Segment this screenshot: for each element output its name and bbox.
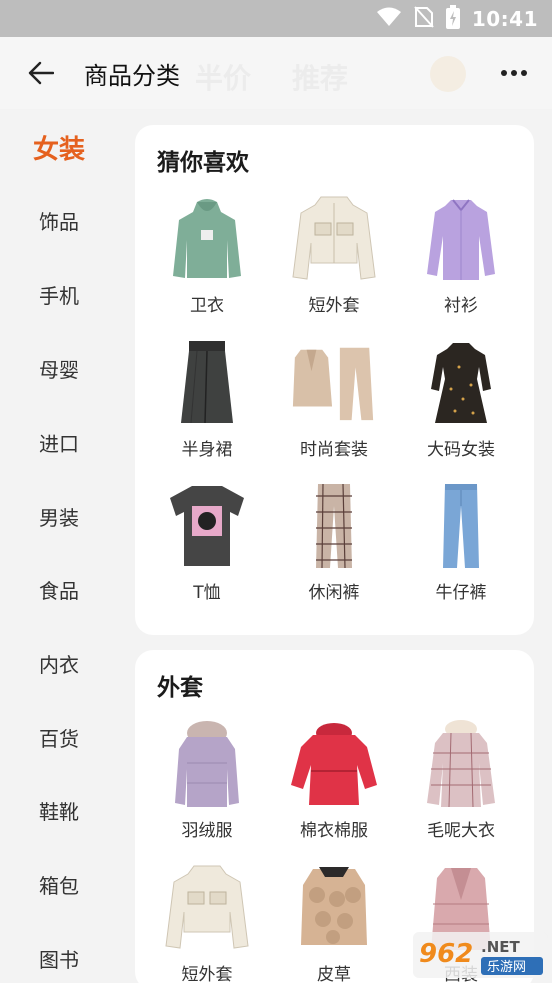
tshirt-image: [162, 480, 252, 572]
back-button[interactable]: [18, 50, 64, 96]
sidebar-item-imported[interactable]: 进口: [0, 417, 118, 467]
category-item[interactable]: 时尚套装: [270, 337, 398, 460]
more-dot-icon: [521, 70, 527, 76]
svg-text:962: 962: [419, 939, 473, 969]
suit-image: [289, 337, 379, 429]
ghost-tab-text: 半价: [195, 62, 252, 95]
category-item[interactable]: 休闲裤: [270, 480, 398, 603]
watermark-logo: 962 .NET 乐游网: [413, 930, 548, 980]
sidebar-item-underwear[interactable]: 内衣: [0, 638, 118, 688]
arrow-left-icon: [28, 61, 54, 85]
short-jacket-image: [289, 193, 379, 285]
category-label: 大码女装: [427, 440, 495, 460]
status-bar: 10:41: [0, 0, 552, 37]
svg-text:.NET: .NET: [481, 938, 520, 956]
svg-text:乐游网: 乐游网: [487, 960, 526, 975]
sidebar-item-men[interactable]: 男装: [0, 491, 118, 541]
short-jacket-image: [162, 862, 252, 954]
category-label: T恤: [193, 583, 221, 603]
section-title: 猜你喜欢: [157, 150, 249, 176]
more-dot-icon: [511, 70, 517, 76]
shirt-image: [416, 193, 506, 285]
category-label: 羽绒服: [181, 821, 233, 841]
cotton-coat-image: [289, 718, 379, 810]
category-label: 棉衣棉服: [300, 821, 368, 841]
category-item[interactable]: 卫衣: [143, 193, 271, 316]
category-label: 毛呢大衣: [427, 821, 495, 841]
category-item[interactable]: 毛呢大衣: [397, 718, 525, 841]
category-item[interactable]: 短外套: [270, 193, 398, 316]
fur-coat-image: [289, 862, 379, 954]
sidebar-item-food[interactable]: 食品: [0, 564, 118, 614]
sidebar-item-baby[interactable]: 母婴: [0, 343, 118, 393]
wool-coat-image: [416, 718, 506, 810]
more-options-button[interactable]: [496, 59, 532, 87]
category-item[interactable]: 棉衣棉服: [270, 718, 398, 841]
category-sidebar: 女装 饰品 手机 母婴 进口 男装 食品 内衣 百货 鞋靴 箱包 图书: [0, 109, 118, 983]
hoodie-image: [162, 193, 252, 285]
sidebar-item-accessories[interactable]: 饰品: [0, 195, 118, 245]
category-item[interactable]: 短外套: [143, 862, 271, 983]
category-label: 短外套: [181, 965, 233, 983]
category-label: 休闲裤: [308, 583, 360, 603]
status-time: 10:41: [471, 6, 538, 31]
category-label: 皮草: [317, 965, 351, 983]
battery-charging-icon: [445, 4, 460, 33]
plaid-pants-image: [289, 480, 379, 572]
category-label: 时尚套装: [300, 440, 368, 460]
wifi-icon: [376, 7, 402, 31]
category-item[interactable]: 皮草: [270, 862, 398, 983]
sidebar-item-phones[interactable]: 手机: [0, 269, 118, 319]
ghost-tab-text: 推荐: [292, 62, 349, 95]
top-nav-bar: 半价 推荐 商品分类: [0, 37, 552, 109]
category-item[interactable]: 大码女装: [397, 337, 525, 460]
category-item[interactable]: 牛仔裤: [397, 480, 525, 603]
category-label: 卫衣: [190, 296, 224, 316]
category-label: 牛仔裤: [435, 583, 487, 603]
sidebar-item-bags[interactable]: 箱包: [0, 859, 118, 909]
jeans-image: [416, 480, 506, 572]
down-jacket-image: [162, 718, 252, 810]
sidebar-item-women[interactable]: 女装: [0, 122, 118, 172]
dress-image: [416, 337, 506, 429]
category-label: 半身裙: [181, 440, 233, 460]
no-sim-icon: [414, 5, 434, 32]
category-item[interactable]: 羽绒服: [143, 718, 271, 841]
sidebar-item-general-goods[interactable]: 百货: [0, 712, 118, 762]
section-card-recommended: 猜你喜欢 卫衣 短外套 衬衫 半身裙 时尚套装 大码女装 T恤 休闲裤 牛仔裤: [135, 125, 534, 635]
category-item[interactable]: 衬衫: [397, 193, 525, 316]
page-title: 商品分类: [84, 61, 180, 90]
section-title: 外套: [157, 675, 203, 701]
category-label: 衬衫: [444, 296, 478, 316]
skirt-image: [162, 337, 252, 429]
category-item[interactable]: T恤: [143, 480, 271, 603]
category-item[interactable]: 半身裙: [143, 337, 271, 460]
sidebar-item-books[interactable]: 图书: [0, 933, 118, 983]
sidebar-item-shoes[interactable]: 鞋靴: [0, 785, 118, 835]
more-dot-icon: [501, 70, 507, 76]
category-label: 短外套: [308, 296, 360, 316]
ghost-avatar: [430, 56, 466, 92]
